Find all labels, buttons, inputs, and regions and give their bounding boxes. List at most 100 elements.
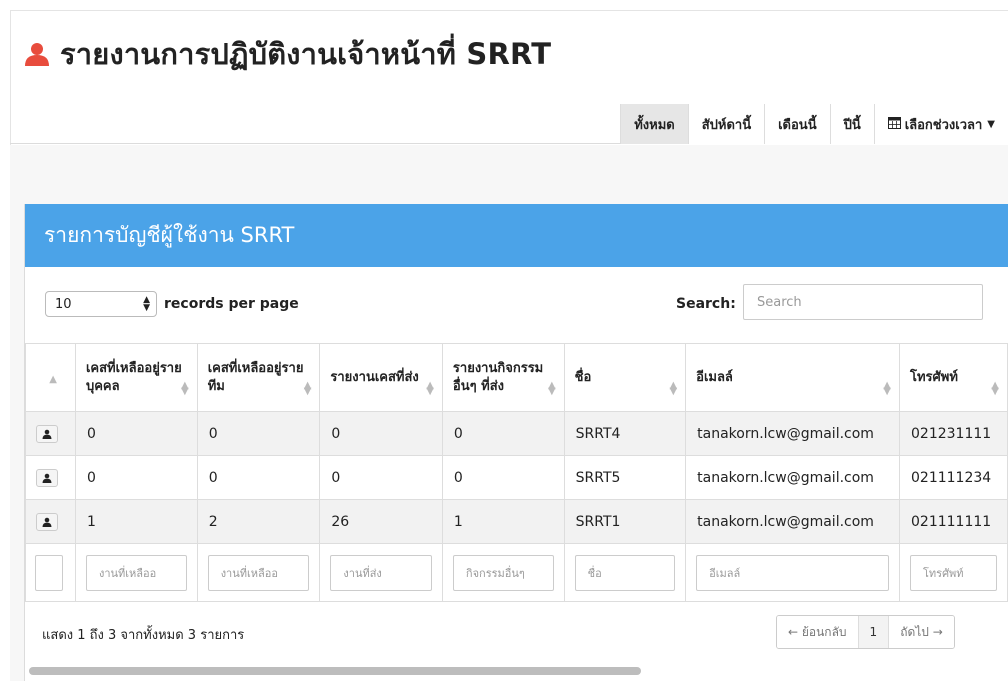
cell-activity-reports: 0	[441, 411, 565, 456]
table-row: 0 0 0 0 SRRT5 tanakorn.lcw@gmail.com 021…	[25, 455, 1008, 500]
sort-icon: ▲ ▼	[180, 380, 189, 397]
filter-name-input[interactable]: ชื่อ	[574, 554, 676, 591]
row-action-cell	[25, 499, 76, 544]
filter-cell: งานที่เหลืออ	[74, 543, 198, 602]
filter-cell: งานที่เหลืออ	[196, 543, 321, 602]
users-panel: รายการบัญชีผู้ใช้งาน SRRT 10 ▲ ▼ records …	[24, 204, 1008, 681]
filter-placeholder: งานที่เหลืออ	[98, 566, 157, 580]
range-week-label: สัปห์ดานี้	[701, 117, 752, 133]
range-custom-dropdown[interactable]: เลือกช่วงเวลา ▼	[873, 104, 1008, 144]
sort-icon: ▲ ▼	[991, 380, 999, 397]
cell-name: SRRT5	[563, 455, 687, 500]
filter-phone-input[interactable]: โทรศัพท์	[910, 554, 997, 591]
filter-individual-cases-input[interactable]: งานที่เหลืออ	[85, 554, 187, 591]
cell-individual-cases: 0	[74, 411, 198, 456]
cell-email: tanakorn.lcw@gmail.com	[685, 411, 900, 456]
filter-cell: อีเมลล์	[685, 543, 900, 602]
table-row: 0 0 0 0 SRRT4 tanakorn.lcw@gmail.com 021…	[25, 411, 1008, 456]
view-user-button[interactable]	[36, 512, 58, 531]
page-title: รายงานการปฏิบัติงานเจ้าหน้าที่ SRRT	[60, 37, 552, 71]
cell-individual-cases: 1	[74, 499, 198, 544]
range-month-button[interactable]: เดือนนี้	[764, 104, 830, 144]
filter-cell: กิจกรรมอื่นๆ	[441, 543, 565, 602]
filter-placeholder: ชื่อ	[587, 566, 602, 580]
panel-heading: รายการบัญชีผู้ใช้งาน SRRT	[25, 204, 1008, 267]
view-user-button[interactable]	[36, 468, 58, 487]
column-header-team-cases[interactable]: เคสที่เหลืออยู่รายทีม ▲ ▼	[196, 343, 321, 412]
page-length-select[interactable]: 10 ▲ ▼	[45, 291, 157, 317]
range-all-label: ทั้งหมด	[634, 117, 675, 133]
cell-phone: 021111234	[899, 455, 1008, 500]
cell-name: SRRT1	[563, 499, 687, 544]
column-header-phone[interactable]: โทรศัพท์ ▲ ▼	[899, 343, 1008, 412]
cell-email: tanakorn.lcw@gmail.com	[685, 499, 900, 544]
filter-cell: ชื่อ	[563, 543, 687, 602]
column-header-email[interactable]: อีเมลล์ ▲ ▼	[685, 343, 900, 412]
pagination-next-button[interactable]: ถัดไป →	[888, 616, 954, 648]
row-action-cell	[25, 411, 76, 456]
filter-email-input[interactable]: อีเมลล์	[696, 554, 889, 591]
range-custom-label: เลือกช่วงเวลา	[904, 117, 983, 133]
pagination: ← ย้อนกลับ 1 ถัดไป →	[776, 615, 955, 649]
row-action-cell	[25, 455, 76, 500]
search-input[interactable]: Search	[743, 284, 983, 320]
table-row: 1 2 26 1 SRRT1 tanakorn.lcw@gmail.com 02…	[25, 499, 1008, 544]
column-header-name[interactable]: ชื่อ ▲ ▼	[563, 343, 687, 412]
column-header-actions[interactable]: ▲	[25, 343, 76, 412]
filter-case-reports-input[interactable]: งานที่ส่ง	[330, 554, 432, 591]
user-icon	[24, 41, 50, 67]
cell-phone: 021111111	[899, 499, 1008, 544]
cell-email: tanakorn.lcw@gmail.com	[685, 455, 900, 500]
filter-placeholder: งานที่ส่ง	[343, 566, 382, 580]
cell-activity-reports: 0	[441, 455, 565, 500]
filter-activity-reports-input[interactable]: กิจกรรมอื่นๆ	[452, 554, 554, 591]
pagination-prev-button[interactable]: ← ย้อนกลับ	[777, 616, 858, 648]
filter-placeholder: กิจกรรมอื่นๆ	[465, 566, 525, 580]
search-label: Search:	[676, 296, 736, 312]
cell-case-reports: 0	[319, 455, 443, 500]
user-icon	[42, 429, 52, 439]
cell-phone: 021231111	[899, 411, 1008, 456]
user-icon	[42, 473, 52, 483]
range-year-label: ปีนี้	[843, 117, 861, 133]
search-placeholder: Search	[757, 294, 802, 310]
horizontal-scrollbar[interactable]	[29, 667, 641, 675]
filter-placeholder: โทรศัพท์	[923, 566, 964, 580]
cell-case-reports: 26	[319, 499, 443, 544]
filter-team-cases-input[interactable]: งานที่เหลืออ	[207, 554, 310, 591]
filter-actions-input[interactable]	[35, 554, 63, 591]
column-header-activity-reports[interactable]: รายงานกิจกรรมอื่นๆ ที่ส่ง ▲ ▼	[441, 343, 565, 412]
sort-icon: ▲ ▼	[547, 380, 556, 397]
column-header-label: อีเมลล์	[696, 369, 733, 385]
range-week-button[interactable]: สัปห์ดานี้	[687, 104, 765, 144]
table-info: แสดง 1 ถึง 3 จากทั้งหมด 3 รายการ	[42, 628, 245, 643]
cell-individual-cases: 0	[74, 455, 198, 500]
cell-team-cases: 0	[196, 411, 321, 456]
view-user-button[interactable]	[36, 424, 58, 443]
column-header-case-reports[interactable]: รายงานเคสที่ส่ง ▲ ▼	[319, 343, 443, 412]
cell-name: SRRT4	[563, 411, 687, 456]
sort-icon: ▲ ▼	[426, 380, 434, 397]
filter-cell-actions	[25, 543, 76, 602]
filter-row: งานที่เหลืออ งานที่เหลืออ งานที่ส่ง กิจก…	[25, 543, 1008, 602]
sort-icon: ▲	[49, 374, 57, 385]
column-header-individual-cases[interactable]: เคสที่เหลืออยู่รายบุคคล ▲ ▼	[74, 343, 198, 412]
column-header-label: เคสที่เหลืออยู่รายบุคคล	[85, 360, 182, 394]
table-header-row: ▲ เคสที่เหลืออยู่รายบุคคล ▲ ▼ เคสที่เหลืออ…	[25, 343, 1008, 412]
column-header-label: โทรศัพท์	[910, 369, 958, 385]
range-year-button[interactable]: ปีนี้	[829, 104, 874, 144]
filter-cell: งานที่ส่ง	[319, 543, 443, 602]
sort-icon: ▲ ▼	[303, 380, 312, 397]
page-header: รายงานการปฏิบัติงานเจ้าหน้าที่ SRRT	[24, 32, 551, 76]
filter-placeholder: งานที่เหลืออ	[220, 566, 278, 580]
column-header-label: รายงานเคสที่ส่ง	[330, 369, 419, 385]
filter-cell: โทรศัพท์	[899, 543, 1008, 602]
cell-activity-reports: 1	[441, 499, 565, 544]
pagination-page-1[interactable]: 1	[857, 616, 889, 648]
filter-placeholder: อีเมลล์	[709, 566, 741, 580]
page-length-value: 10	[55, 296, 72, 312]
calendar-icon	[887, 116, 901, 133]
range-all-button[interactable]: ทั้งหมด	[620, 104, 688, 144]
column-header-label: เคสที่เหลืออยู่รายทีม	[207, 360, 304, 394]
spinner-arrows-icon: ▲ ▼	[143, 295, 150, 313]
